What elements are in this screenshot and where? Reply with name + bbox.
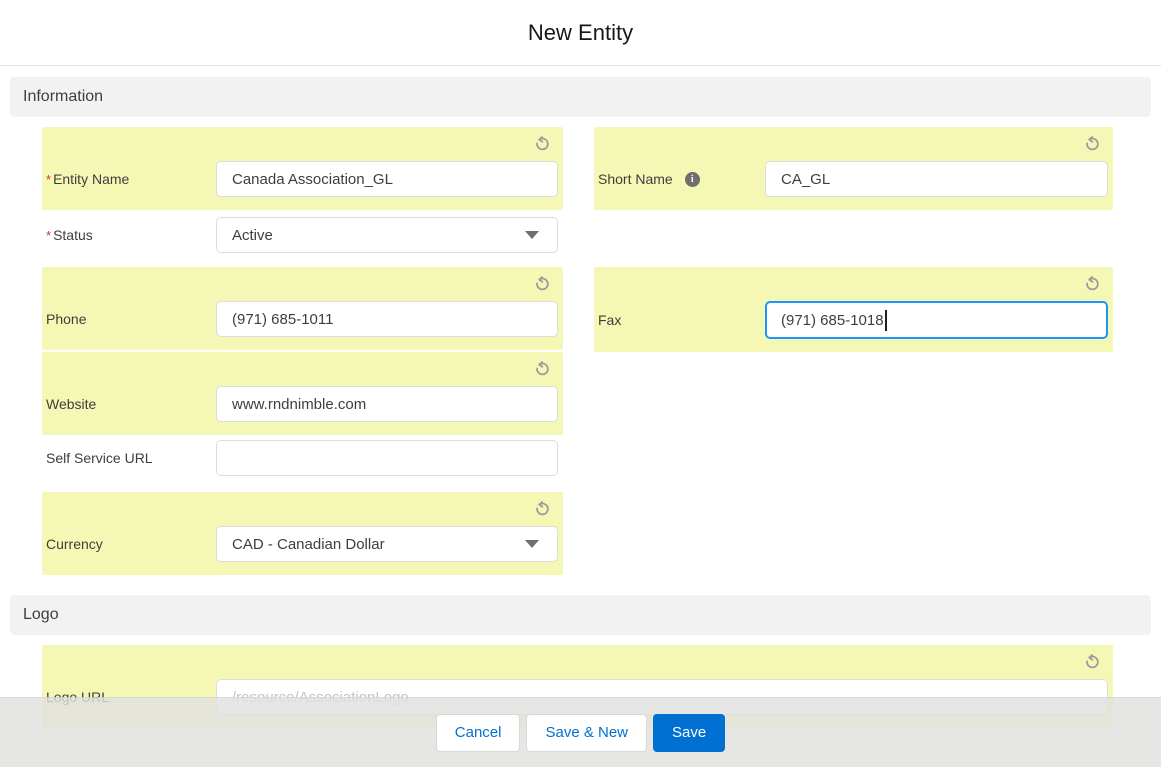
currency-select[interactable]: CAD - Canadian Dollar bbox=[216, 526, 558, 562]
info-icon[interactable]: i bbox=[685, 172, 700, 187]
entity-name-input[interactable] bbox=[216, 161, 558, 197]
phone-input[interactable] bbox=[216, 301, 558, 337]
status-label: * Status bbox=[46, 227, 216, 243]
currency-field-group: Currency CAD - Canadian Dollar bbox=[42, 492, 563, 575]
self-service-url-field-group: Self Service URL bbox=[42, 440, 563, 476]
undo-icon[interactable] bbox=[1083, 274, 1101, 292]
column-spacer bbox=[594, 210, 1113, 267]
undo-icon[interactable] bbox=[533, 274, 551, 292]
chevron-down-icon bbox=[525, 540, 539, 548]
undo-icon[interactable] bbox=[1083, 134, 1101, 152]
entity-name-label: * Entity Name bbox=[46, 171, 216, 187]
fax-input[interactable]: (971) 685-1018 bbox=[765, 301, 1108, 339]
section-logo-label: Logo bbox=[23, 606, 59, 624]
undo-icon[interactable] bbox=[533, 134, 551, 152]
short-name-field-group: Short Name i bbox=[594, 127, 1113, 210]
chevron-down-icon bbox=[525, 231, 539, 239]
undo-icon[interactable] bbox=[533, 499, 551, 517]
entity-name-field-group: * Entity Name bbox=[42, 127, 563, 210]
section-header-logo: Logo bbox=[10, 595, 1151, 635]
fax-label: Fax bbox=[598, 312, 765, 328]
action-footer: Cancel Save & New Save bbox=[0, 697, 1161, 767]
information-form: * Entity Name * Status Active bbox=[0, 117, 1161, 575]
phone-field-group: Phone bbox=[42, 267, 563, 350]
self-service-url-label: Self Service URL bbox=[46, 450, 216, 466]
required-asterisk: * bbox=[46, 172, 51, 187]
text-caret bbox=[885, 310, 887, 331]
fax-field-group: Fax (971) 685-1018 bbox=[594, 267, 1113, 352]
status-selected-value: Active bbox=[232, 227, 273, 244]
page-title: New Entity bbox=[528, 20, 633, 46]
fax-value: (971) 685-1018 bbox=[781, 312, 884, 329]
status-select[interactable]: Active bbox=[216, 217, 558, 253]
cancel-button[interactable]: Cancel bbox=[436, 714, 521, 752]
undo-icon[interactable] bbox=[1083, 652, 1101, 670]
self-service-url-input[interactable] bbox=[216, 440, 558, 476]
save-and-new-button[interactable]: Save & New bbox=[526, 714, 647, 752]
currency-label: Currency bbox=[46, 536, 216, 552]
form-column-left: * Entity Name * Status Active bbox=[42, 127, 563, 575]
undo-icon[interactable] bbox=[533, 359, 551, 377]
section-header-information: Information bbox=[10, 77, 1151, 117]
website-field-group: Website bbox=[42, 352, 563, 435]
phone-label: Phone bbox=[46, 311, 216, 327]
short-name-input[interactable] bbox=[765, 161, 1108, 197]
form-column-right: Short Name i Fax bbox=[594, 127, 1113, 575]
website-label: Website bbox=[46, 396, 216, 412]
save-button[interactable]: Save bbox=[653, 714, 725, 752]
section-information-label: Information bbox=[23, 88, 103, 106]
modal-header: New Entity bbox=[0, 0, 1161, 66]
short-name-label: Short Name i bbox=[598, 171, 765, 187]
currency-selected-value: CAD - Canadian Dollar bbox=[232, 536, 385, 553]
website-input[interactable] bbox=[216, 386, 558, 422]
status-field-group: * Status Active bbox=[42, 217, 563, 253]
required-asterisk: * bbox=[46, 228, 51, 243]
